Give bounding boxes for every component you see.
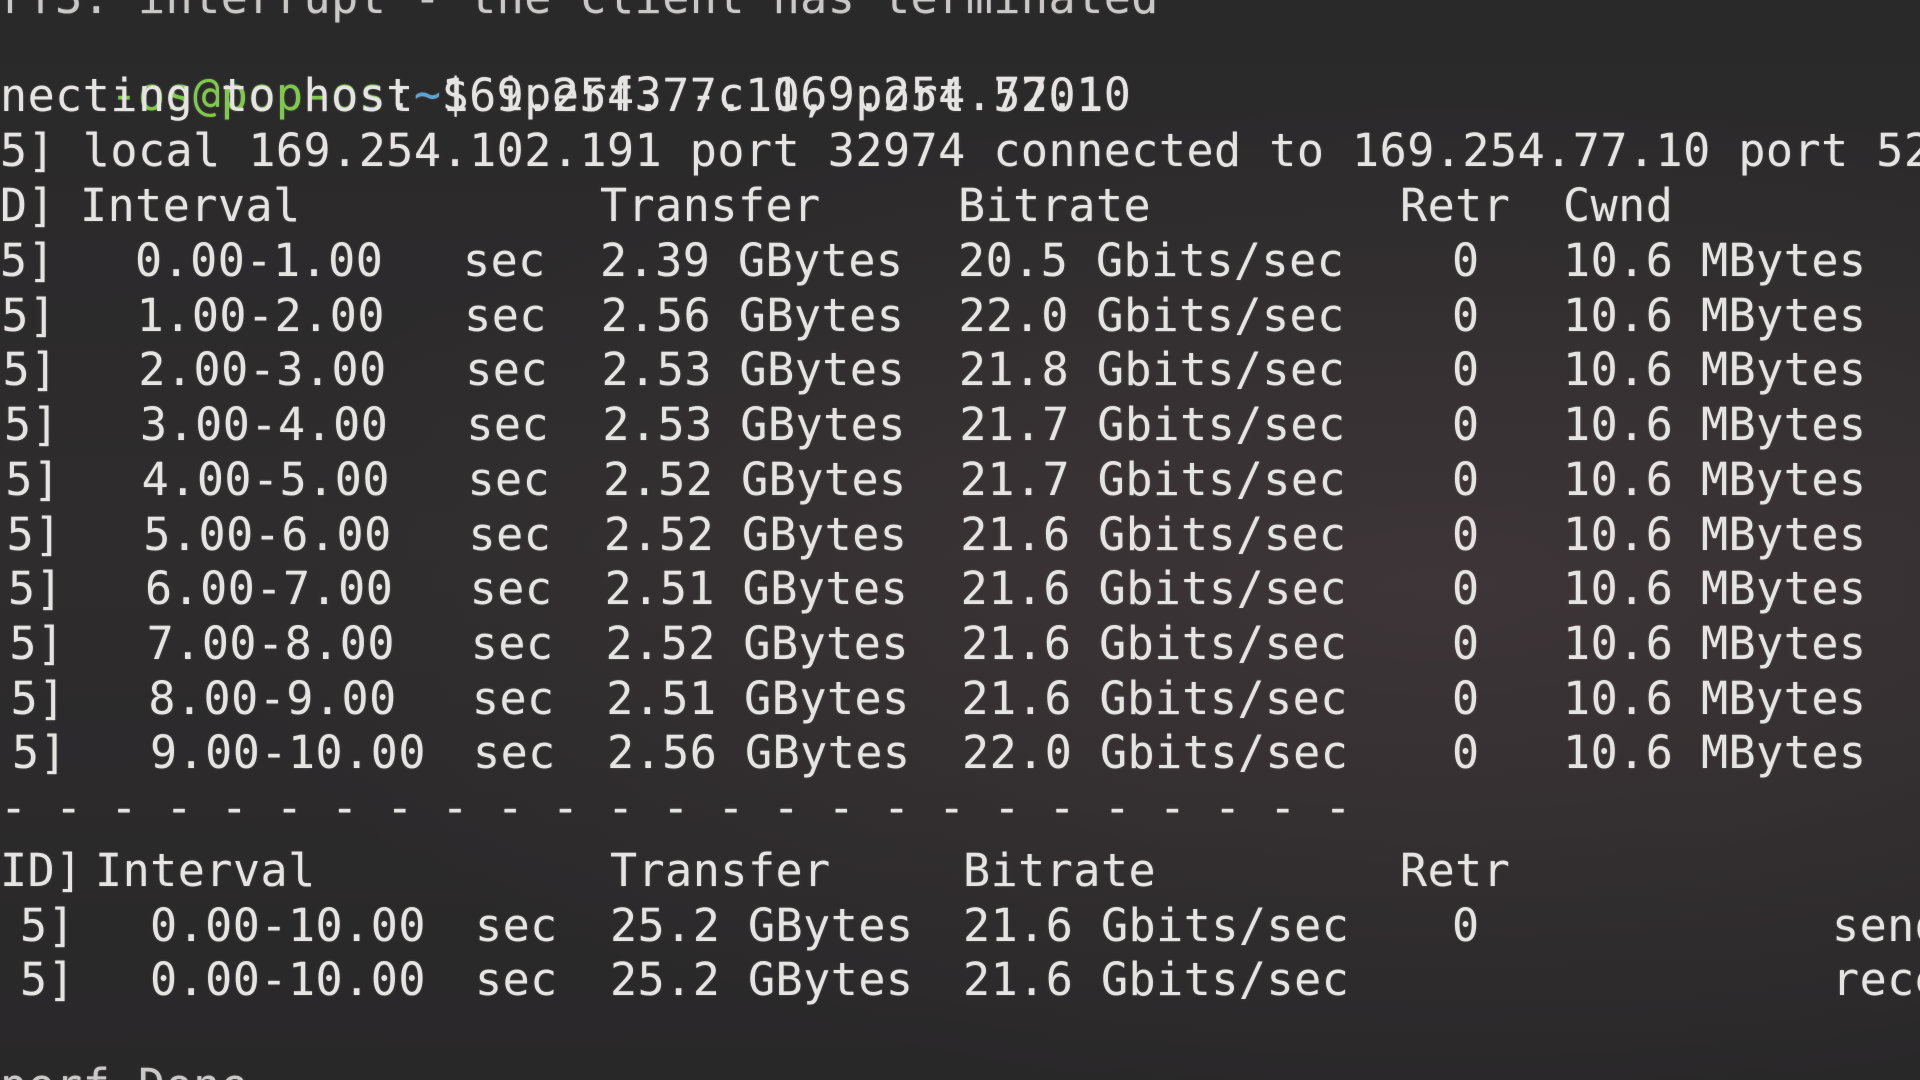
row-id: 5] [6,507,62,561]
row-unit: sec [473,726,556,780]
row-transfer: 2.56 GBytes [600,288,905,342]
row-retr: 0 [1452,507,1480,561]
summary-header-transfer: Transfer [610,844,831,897]
row-bitrate: 21.6 Gbits/sec [961,616,1348,670]
row-retr: 0 [1452,671,1480,725]
row-cwnd: 10.6 MBytes [1563,671,1867,725]
row-bitrate: 21.6 Gbits/sec [960,562,1347,616]
row-cwnd: 10.6 MBytes [1563,616,1867,670]
header-cwnd: Cwnd [1563,179,1674,232]
row-unit: sec [468,507,552,561]
summary-retr: 0 [1452,899,1480,952]
row-retr: 0 [1452,726,1480,780]
row-interval: 8.00-9.00 [148,671,397,725]
row-interval: 9.00-10.00 [150,726,426,780]
row-id: 5] [4,398,60,452]
row-unit: sec [470,616,554,670]
row-interval: 0.00-1.00 [135,234,384,287]
summary-role: send [1832,899,1920,952]
done-message: perf Done. [0,1058,276,1080]
summary-interval: 0.00-10.00 [150,953,426,1006]
row-transfer: 2.51 GBytes [604,562,909,616]
row-unit: sec [463,234,546,287]
row-unit: sec [467,452,551,506]
row-bitrate: 22.0 Gbits/sec [958,288,1345,342]
row-unit: sec [471,671,555,725]
row-interval: 5.00-6.00 [143,507,392,561]
summary-bitrate: 21.6 Gbits/sec [963,899,1350,952]
row-id: 5] [8,562,64,616]
row-id: 5] [5,452,61,506]
row-cwnd: 10.6 MBytes [1563,343,1867,397]
row-interval: 2.00-3.00 [138,343,387,397]
row-interval: 6.00-7.00 [145,562,394,616]
summary-interval: 0.00-10.00 [150,899,426,952]
row-transfer: 2.56 GBytes [607,726,911,780]
row-id: 5] [9,616,65,670]
row-unit: sec [464,288,547,342]
row-bitrate: 21.6 Gbits/sec [960,507,1347,561]
summary-header-id: ID] [0,844,83,897]
summary-role: rece [1832,953,1920,1006]
summary-transfer: 25.2 GBytes [610,953,914,1006]
local-connection-message: 5] local 169.254.102.191 port 32974 conn… [0,124,1920,177]
row-retr: 0 [1452,343,1480,397]
row-cwnd: 10.6 MBytes [1563,234,1867,287]
row-bitrate: 21.7 Gbits/sec [959,452,1347,506]
summary-id: 5] [20,899,76,952]
header-bitrate: Bitrate [958,179,1152,232]
row-id: 5] [2,343,58,397]
row-interval: 7.00-8.00 [146,616,395,670]
row-transfer: 2.52 GBytes [605,616,909,670]
row-retr: 0 [1452,234,1480,287]
header-retr: Retr [1400,179,1511,232]
row-unit: sec [466,398,550,452]
row-cwnd: 10.6 MBytes [1563,452,1867,506]
row-transfer: 2.39 GBytes [600,234,904,287]
row-id: 5] [12,726,68,780]
row-retr: 0 [1452,288,1480,342]
header-transfer: Transfer [600,179,821,232]
row-retr: 0 [1452,562,1480,616]
row-id: 5] [0,234,56,287]
summary-unit: sec [475,953,558,1006]
row-id: 5] [1,288,57,342]
summary-header-retr: Retr [1400,844,1511,897]
row-bitrate: 21.6 Gbits/sec [961,671,1348,725]
row-retr: 0 [1452,616,1480,670]
row-cwnd: 10.6 MBytes [1563,398,1867,452]
row-transfer: 2.52 GBytes [603,507,908,561]
row-bitrate: 22.0 Gbits/sec [962,726,1349,780]
row-interval: 3.00-4.00 [140,398,389,452]
row-id: 5] [10,671,66,725]
row-interval: 1.00-2.00 [136,288,385,342]
header-interval: Interval [80,179,301,232]
summary-header-interval: Interval [95,844,316,897]
row-cwnd: 10.6 MBytes [1563,288,1867,342]
row-interval: 4.00-5.00 [141,452,390,506]
row-cwnd: 10.6 MBytes [1563,507,1867,561]
row-cwnd: 10.6 MBytes [1563,562,1867,616]
terminal-window[interactable]: rf3: interrupt - the client has terminat… [0,0,1920,1080]
row-cwnd: 10.6 MBytes [1563,726,1867,780]
row-bitrate: 20.5 Gbits/sec [958,234,1345,287]
header-id: D] [0,179,56,232]
summary-header-bitrate: Bitrate [963,844,1157,897]
row-retr: 0 [1452,452,1480,506]
summary-transfer: 25.2 GBytes [610,899,914,952]
row-transfer: 2.51 GBytes [606,671,910,725]
row-bitrate: 21.7 Gbits/sec [959,398,1346,452]
summary-unit: sec [475,899,558,952]
connecting-message: necting to host 169.254.77.10, port 5201 [0,69,1104,122]
row-bitrate: 21.8 Gbits/sec [958,343,1346,397]
row-unit: sec [469,562,553,616]
row-retr: 0 [1452,398,1480,452]
row-transfer: 2.52 GBytes [603,452,907,506]
row-transfer: 2.53 GBytes [601,343,906,397]
row-unit: sec [465,343,548,397]
summary-id: 5] [20,953,76,1006]
separator-line: - - - - - - - - - - - - - - - - - - - - … [0,781,1353,834]
summary-bitrate: 21.6 Gbits/sec [963,953,1350,1006]
row-transfer: 2.53 GBytes [602,398,906,452]
